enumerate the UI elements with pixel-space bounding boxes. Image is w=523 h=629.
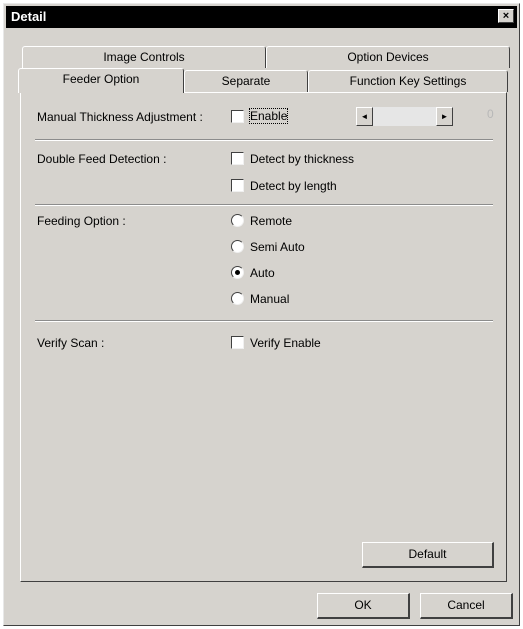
radio-semi-auto-label[interactable]: Semi Auto — [250, 240, 305, 254]
manual-thickness-enable-label[interactable]: Enable — [248, 108, 289, 124]
radio-auto-label[interactable]: Auto — [250, 266, 275, 280]
cancel-button-label: Cancel — [447, 598, 485, 612]
radio-auto[interactable] — [231, 266, 244, 279]
separator — [35, 139, 493, 141]
tab-label: Function Key Settings — [349, 74, 467, 88]
title-bar[interactable]: Detail × — [6, 6, 517, 28]
ok-button-label: OK — [354, 598, 372, 612]
arrow-right-icon: ► — [440, 112, 449, 121]
detect-thickness-label[interactable]: Detect by thickness — [250, 152, 354, 166]
radio-remote-label[interactable]: Remote — [250, 214, 292, 228]
manual-thickness-label: Manual Thickness Adjustment : — [37, 110, 203, 124]
detect-length-checkbox[interactable] — [231, 179, 244, 192]
double-feed-label: Double Feed Detection : — [37, 152, 167, 166]
tab-label: Separate — [221, 74, 271, 88]
detect-thickness-checkbox[interactable] — [231, 152, 244, 165]
close-button[interactable]: × — [498, 9, 514, 23]
separator — [35, 320, 493, 322]
dialog-title: Detail — [11, 9, 47, 24]
tab-feeder-option[interactable]: Feeder Option — [18, 68, 184, 93]
close-icon: × — [502, 10, 510, 22]
default-button[interactable]: Default — [362, 542, 494, 568]
separator — [35, 204, 493, 206]
tab-function-key-settings[interactable]: Function Key Settings — [308, 70, 508, 92]
tab-option-devices[interactable]: Option Devices — [266, 46, 510, 68]
radio-manual-label[interactable]: Manual — [250, 292, 289, 306]
ok-button[interactable]: OK — [317, 593, 410, 619]
scroll-left-button[interactable]: ◄ — [356, 107, 373, 126]
scroll-right-button[interactable]: ► — [436, 107, 453, 126]
radio-remote[interactable] — [231, 214, 244, 227]
tab-image-controls[interactable]: Image Controls — [22, 46, 266, 68]
tab-label: Feeder Option — [62, 72, 140, 86]
verify-scan-label: Verify Scan : — [37, 336, 105, 350]
thickness-value-indicator: 0 — [487, 107, 494, 121]
cancel-button[interactable]: Cancel — [420, 593, 513, 619]
verify-enable-checkbox[interactable] — [231, 336, 244, 349]
arrow-left-icon: ◄ — [360, 112, 369, 121]
thickness-scrollbar[interactable]: ◄ ► — [356, 107, 453, 126]
detect-length-label[interactable]: Detect by length — [250, 179, 337, 193]
tab-label: Image Controls — [103, 50, 185, 64]
feeding-option-label: Feeding Option : — [37, 214, 126, 228]
tab-separate[interactable]: Separate — [184, 70, 308, 92]
radio-manual[interactable] — [231, 292, 244, 305]
verify-enable-label[interactable]: Verify Enable — [250, 336, 321, 350]
tab-label: Option Devices — [347, 50, 429, 64]
feeder-option-panel: Manual Thickness Adjustment : Enable ◄ ►… — [20, 92, 507, 582]
radio-semi-auto[interactable] — [231, 240, 244, 253]
manual-thickness-enable-checkbox[interactable] — [231, 110, 244, 123]
detail-dialog: Detail × Image Controls Option Devices F… — [3, 3, 520, 626]
default-button-label: Default — [408, 547, 447, 561]
